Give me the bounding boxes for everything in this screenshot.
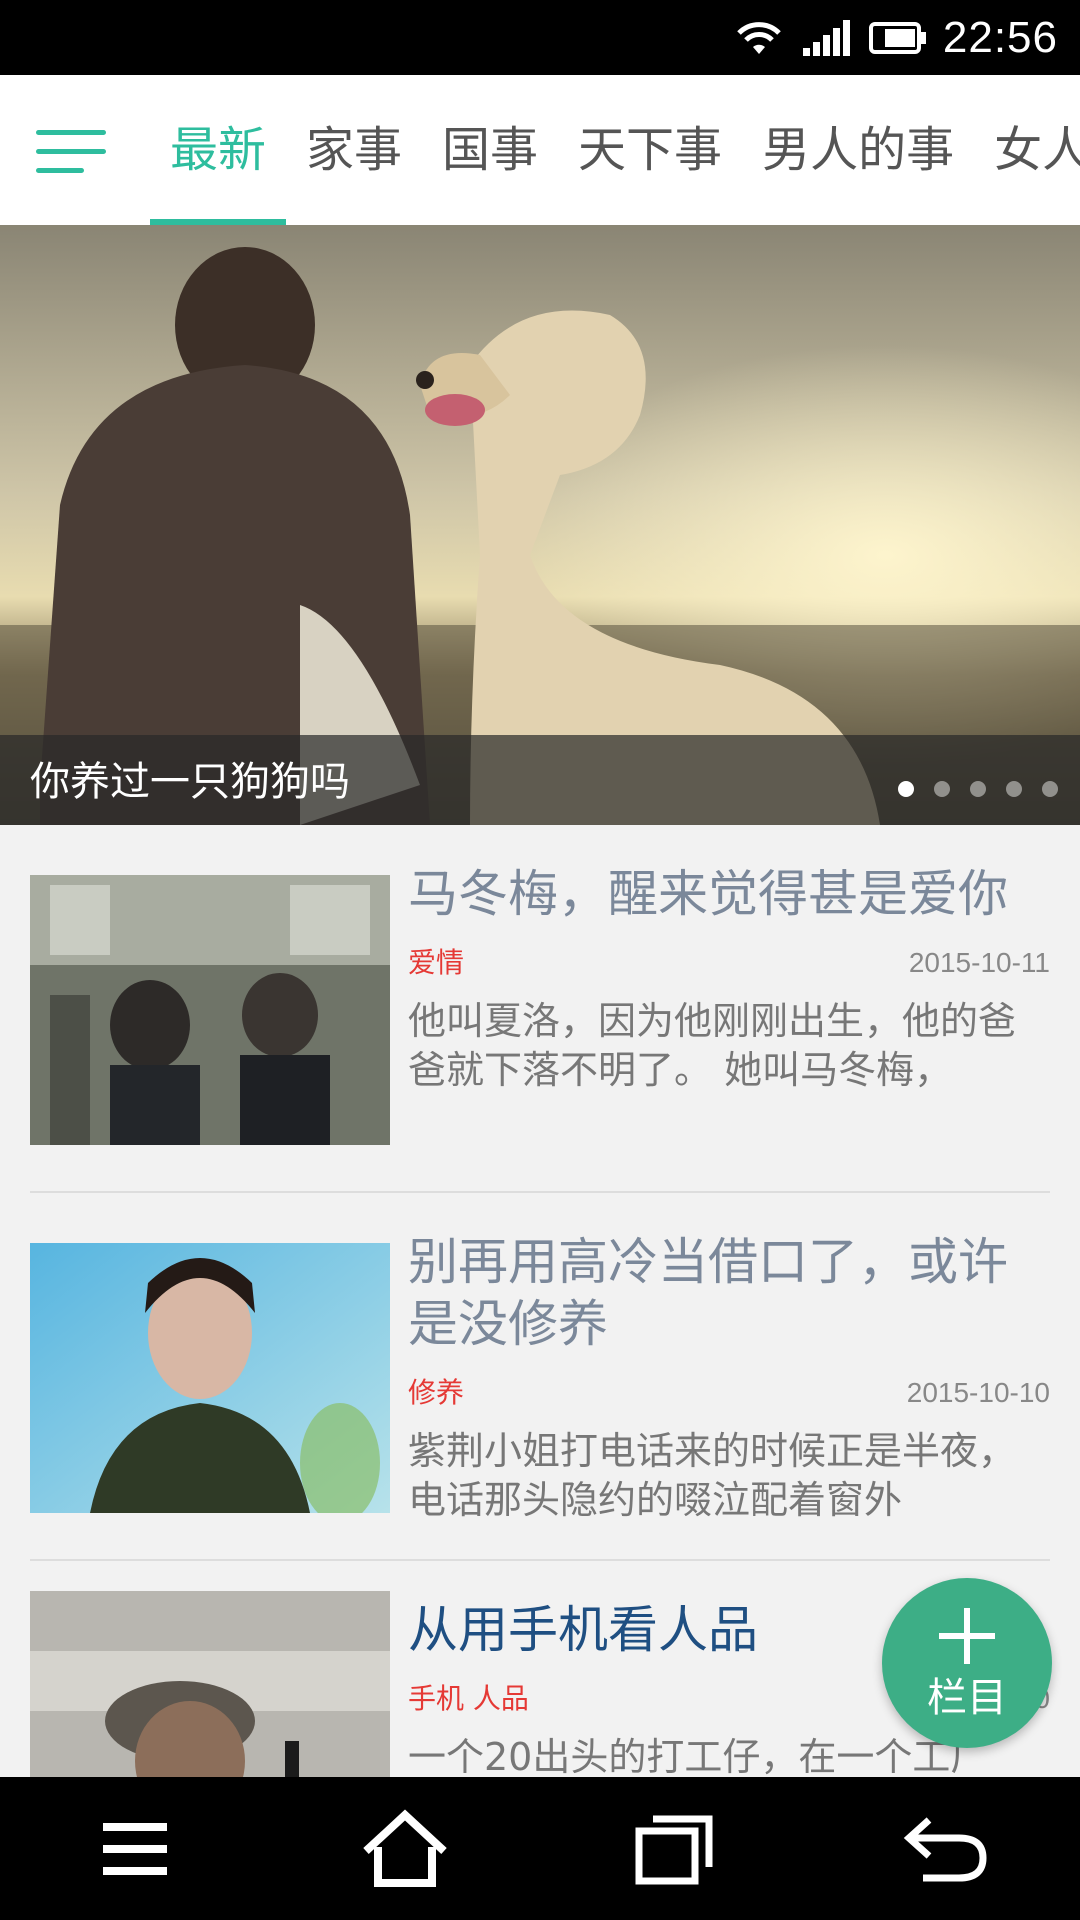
article-tag[interactable]: 爱情 bbox=[408, 933, 464, 993]
article-thumbnail bbox=[30, 1591, 390, 1777]
carousel-indicator bbox=[898, 781, 1058, 797]
article-meta: 修养 2015-10-10 bbox=[408, 1363, 1050, 1423]
tab-latest[interactable]: 最新 bbox=[150, 75, 287, 225]
carousel-dot[interactable] bbox=[1006, 781, 1022, 797]
tab-women[interactable]: 女人的事 bbox=[974, 75, 1080, 225]
carousel-dot[interactable] bbox=[970, 781, 986, 797]
tab-world[interactable]: 天下事 bbox=[558, 75, 742, 225]
home-icon[interactable] bbox=[270, 1777, 540, 1920]
category-tab-bar: 最新 家事 国事 天下事 男人的事 女人的事 bbox=[0, 75, 1080, 225]
article-meta: 爱情 2015-10-11 bbox=[408, 933, 1050, 993]
plus-icon bbox=[939, 1608, 995, 1664]
status-icons: 22:56 bbox=[733, 0, 1058, 75]
article-title: 别再用高冷当借口了，或许是没修养 bbox=[408, 1233, 1008, 1353]
article-tag[interactable]: 修养 bbox=[408, 1363, 464, 1423]
article-tag[interactable]: 手机 人品 bbox=[408, 1669, 529, 1729]
battery-icon bbox=[868, 20, 927, 56]
carousel-dot[interactable] bbox=[898, 781, 914, 797]
featured-banner[interactable]: 你养过一只狗狗吗 bbox=[0, 225, 1080, 825]
article-summary: 他叫夏洛，因为他刚刚出生，他的爸爸就下落不明了。 她叫马冬梅， bbox=[408, 999, 1017, 1092]
system-nav-bar bbox=[0, 1777, 1080, 1920]
wifi-icon bbox=[733, 18, 785, 58]
signal-icon bbox=[801, 18, 853, 58]
status-time: 22:56 bbox=[942, 12, 1058, 62]
article-body: 马冬梅，醒来觉得甚是爱你 爱情 2015-10-11 他叫夏洛，因为他刚刚出生，… bbox=[408, 863, 1050, 1095]
tab-men[interactable]: 男人的事 bbox=[742, 75, 974, 225]
back-icon[interactable] bbox=[810, 1777, 1080, 1920]
menu-icon[interactable] bbox=[0, 1777, 270, 1920]
article-summary: 紫荆小姐打电话来的时候正是半夜，电话那头隐约的啜泣配着窗外 bbox=[408, 1429, 1017, 1522]
article-item[interactable]: 别再用高冷当借口了，或许是没修养 修养 2015-10-10 紫荆小姐打电话来的… bbox=[30, 1193, 1050, 1561]
tab-family[interactable]: 家事 bbox=[286, 75, 422, 225]
tab-national[interactable]: 国事 bbox=[422, 75, 558, 225]
article-title: 马冬梅，醒来觉得甚是爱你 bbox=[408, 865, 1008, 923]
banner-caption: 你养过一只狗狗吗 bbox=[30, 759, 350, 805]
article-date: 2015-10-10 bbox=[906, 1377, 1050, 1408]
add-column-button[interactable]: 栏目 bbox=[882, 1578, 1052, 1748]
article-thumbnail bbox=[30, 1243, 390, 1513]
status-bar: 22:56 bbox=[0, 0, 1080, 75]
hamburger-menu-icon[interactable] bbox=[36, 127, 106, 177]
carousel-dot[interactable] bbox=[1042, 781, 1058, 797]
add-column-label: 栏目 bbox=[927, 1675, 1007, 1721]
article-thumbnail bbox=[30, 875, 390, 1145]
category-tabs: 最新 家事 国事 天下事 男人的事 女人的事 bbox=[150, 75, 1080, 225]
article-date: 2015-10-11 bbox=[908, 947, 1050, 978]
carousel-dot[interactable] bbox=[934, 781, 950, 797]
article-body: 别再用高冷当借口了，或许是没修养 修养 2015-10-10 紫荆小姐打电话来的… bbox=[408, 1231, 1050, 1525]
recent-apps-icon[interactable] bbox=[540, 1777, 810, 1920]
article-item[interactable]: 马冬梅，醒来觉得甚是爱你 爱情 2015-10-11 他叫夏洛，因为他刚刚出生，… bbox=[30, 825, 1050, 1193]
